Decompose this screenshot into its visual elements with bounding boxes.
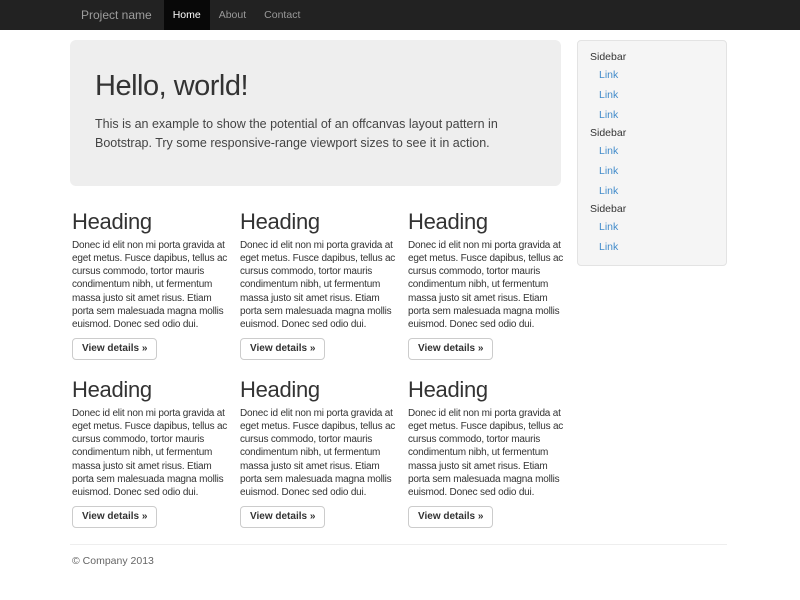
card-body-text: Donec id elit non mi porta gravida at eg… [72, 239, 228, 332]
navbar-brand[interactable]: Project name [70, 0, 164, 30]
nav-item-about[interactable]: About [210, 0, 255, 30]
sidebar-link[interactable]: Link [578, 237, 726, 257]
card-body-text: Donec id elit non mi porta gravida at eg… [240, 239, 396, 332]
card-6: Heading Donec id elit non mi porta gravi… [408, 378, 564, 528]
card-heading: Heading [72, 210, 228, 234]
card-1: Heading Donec id elit non mi porta gravi… [72, 210, 228, 360]
sidebar-link[interactable]: Link [578, 141, 726, 161]
content-row: Hello, world! This is an example to show… [70, 40, 727, 528]
nav-item-contact[interactable]: Contact [255, 0, 309, 30]
main-column: Hello, world! This is an example to show… [70, 40, 561, 528]
sidebar-link[interactable]: Link [578, 161, 726, 181]
page-container: Hello, world! This is an example to show… [70, 40, 727, 567]
copyright-text: © Company 2013 [72, 555, 154, 567]
sidebar-link[interactable]: Link [578, 65, 726, 85]
view-details-button[interactable]: View details » [240, 338, 325, 360]
sidebar-link[interactable]: Link [578, 105, 726, 125]
jumbotron: Hello, world! This is an example to show… [70, 40, 561, 186]
jumbotron-description: This is an example to show the potential… [95, 115, 510, 154]
view-details-button[interactable]: View details » [240, 506, 325, 528]
footer: © Company 2013 [70, 545, 727, 567]
view-details-button[interactable]: View details » [408, 506, 493, 528]
card-heading: Heading [240, 210, 396, 234]
card-body-text: Donec id elit non mi porta gravida at eg… [408, 239, 564, 332]
card-3: Heading Donec id elit non mi porta gravi… [408, 210, 564, 360]
card-5: Heading Donec id elit non mi porta gravi… [240, 378, 396, 528]
sidebar-link[interactable]: Link [578, 181, 726, 201]
view-details-button[interactable]: View details » [72, 338, 157, 360]
view-details-button[interactable]: View details » [72, 506, 157, 528]
nav-item-home[interactable]: Home [164, 0, 210, 30]
sidebar-link[interactable]: Link [578, 85, 726, 105]
sidebar-header-3: Sidebar [578, 201, 726, 217]
card-body-text: Donec id elit non mi porta gravida at eg… [72, 407, 228, 500]
page-title: Hello, world! [95, 70, 536, 103]
card-heading: Heading [408, 210, 564, 234]
cards-grid: Heading Donec id elit non mi porta gravi… [72, 210, 561, 528]
sidebar: Sidebar Link Link Link Sidebar Link Link… [577, 40, 727, 266]
card-body-text: Donec id elit non mi porta gravida at eg… [408, 407, 564, 500]
card-heading: Heading [240, 378, 396, 402]
sidebar-header-2: Sidebar [578, 125, 726, 141]
card-heading: Heading [72, 378, 228, 402]
card-heading: Heading [408, 378, 564, 402]
navbar-nav: Home About Contact [164, 0, 310, 30]
sidebar-link[interactable]: Link [578, 217, 726, 237]
card-body-text: Donec id elit non mi porta gravida at eg… [240, 407, 396, 500]
top-navbar: Project name Home About Contact [0, 0, 800, 30]
sidebar-header-1: Sidebar [578, 49, 726, 65]
card-2: Heading Donec id elit non mi porta gravi… [240, 210, 396, 360]
view-details-button[interactable]: View details » [408, 338, 493, 360]
card-4: Heading Donec id elit non mi porta gravi… [72, 378, 228, 528]
